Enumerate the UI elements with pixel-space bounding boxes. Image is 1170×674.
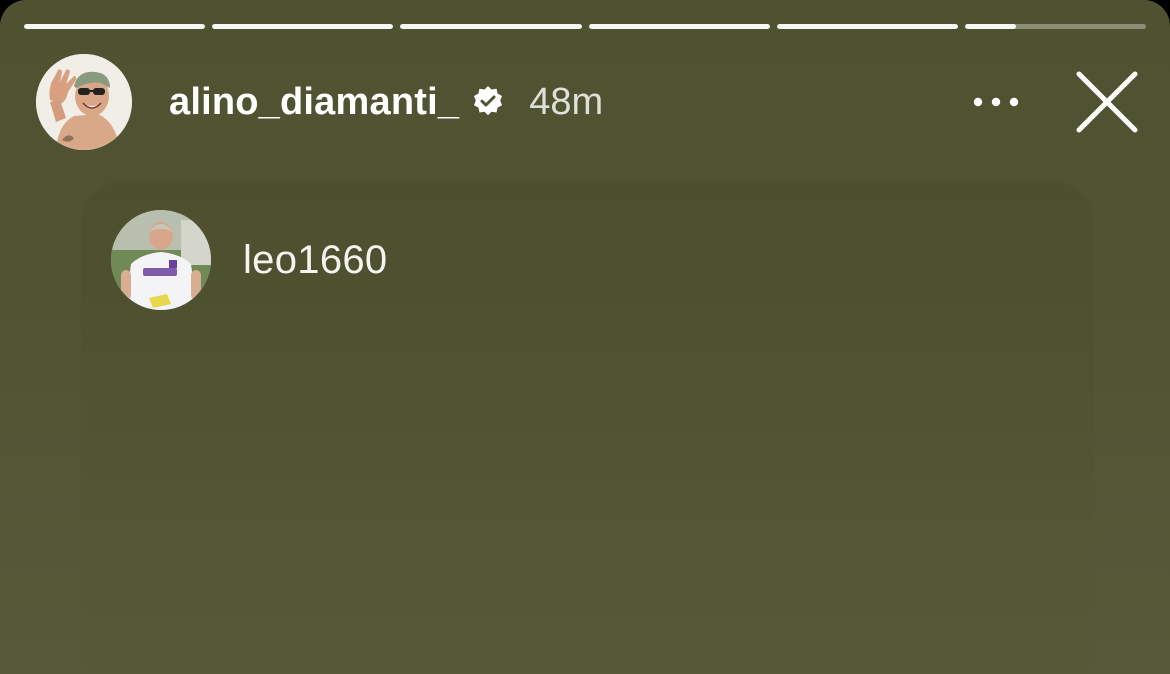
verified-badge-icon	[471, 85, 505, 119]
author-username[interactable]: alino_diamanti_	[169, 81, 459, 124]
author-avatar-image	[36, 54, 132, 150]
story-progress-fill	[212, 24, 394, 29]
shared-post-card[interactable]: leo1660	[81, 180, 1094, 674]
story-progress-segment	[212, 24, 394, 29]
story-progress-fill	[776, 24, 958, 29]
post-timestamp: 48m	[529, 80, 604, 123]
story-progress-fill	[24, 24, 206, 29]
story-progress-segment	[776, 24, 958, 29]
shared-post-header: leo1660	[111, 210, 387, 310]
shared-post-username[interactable]: leo1660	[243, 238, 387, 283]
story-progress-fill	[964, 24, 1016, 29]
story-progress-bar	[24, 24, 1147, 29]
story-progress-segment	[24, 24, 206, 29]
story-progress-segment	[588, 24, 770, 29]
close-button[interactable]	[1072, 67, 1142, 137]
author-avatar[interactable]	[36, 54, 132, 150]
shared-post-avatar[interactable]	[111, 210, 211, 310]
story-progress-segment	[964, 24, 1147, 29]
story-viewer[interactable]: alino_diamanti_ 48m leo1660	[0, 0, 1170, 674]
close-icon	[1076, 71, 1138, 133]
story-progress-fill	[588, 24, 770, 29]
more-options-button[interactable]	[966, 72, 1026, 132]
more-options-icon	[973, 97, 1019, 107]
story-progress-fill	[400, 24, 582, 29]
shared-post-avatar-image	[111, 210, 211, 310]
story-progress-segment	[400, 24, 582, 29]
story-header: alino_diamanti_ 48m	[36, 52, 1142, 152]
